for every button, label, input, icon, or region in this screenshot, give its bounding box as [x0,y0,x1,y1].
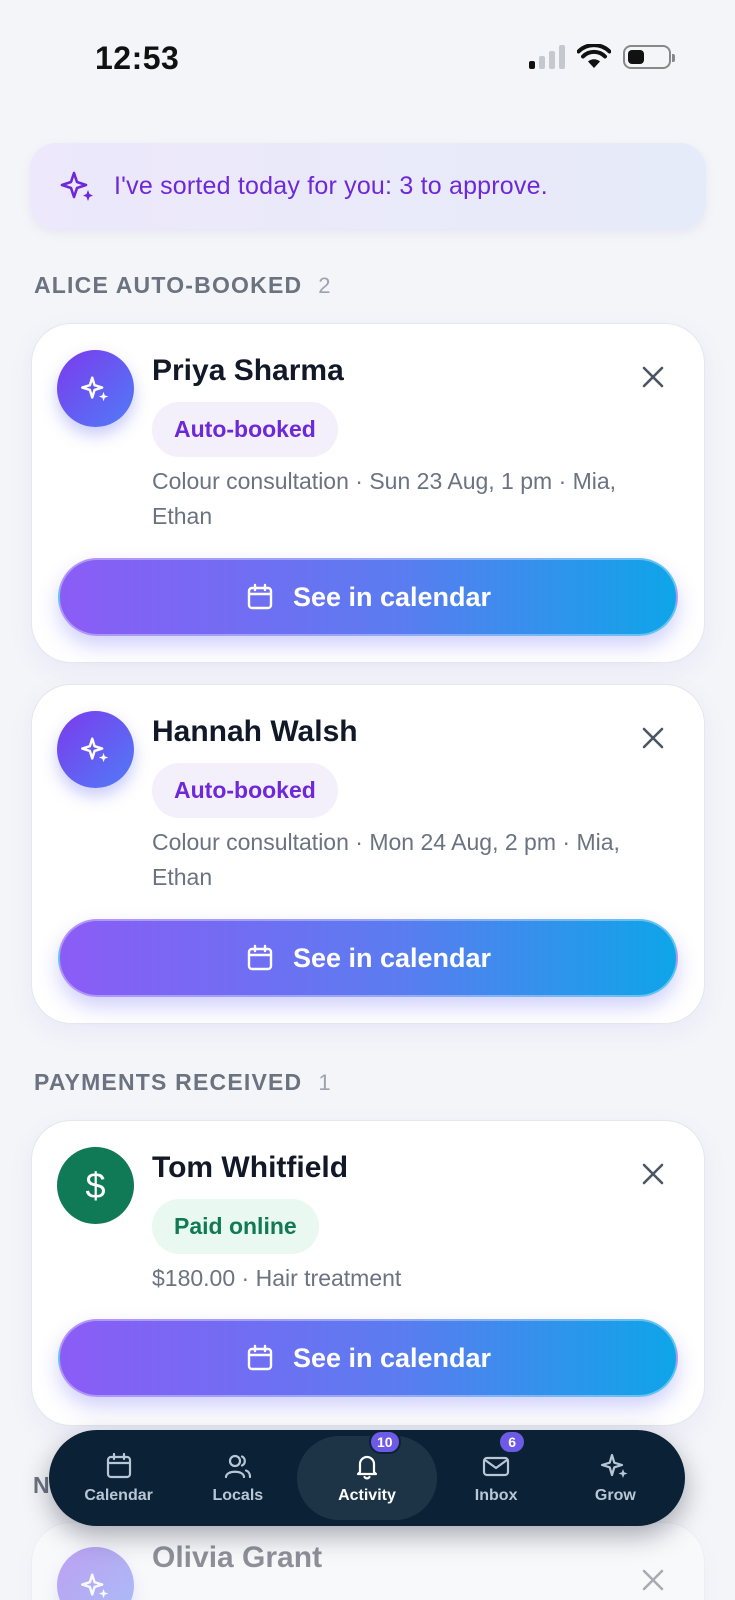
sparkles-icon [60,171,93,201]
nav-item-grow[interactable]: Grow [556,1436,675,1520]
see-in-calendar-button[interactable]: See in calendar [58,919,678,997]
banner-text: I've sorted today for you: 3 to approve. [114,171,548,200]
calendar-icon [247,583,273,610]
avatar [57,711,134,788]
booking-details: Colour consultation · Sun 23 Aug, 1 pm ·… [152,468,617,529]
cellular-signal-icon [529,45,565,69]
close-icon[interactable] [638,362,668,392]
close-icon[interactable] [638,1159,668,1189]
client-name: Priya Sharma [152,354,344,387]
users-icon [224,1454,251,1479]
status-icons [529,44,675,70]
button-label: See in calendar [292,581,492,612]
section-header-payments: PAYMENTS RECEIVED 1 [34,1069,331,1096]
status-time: 12:53 [95,40,180,76]
avatar: $ [57,1147,134,1224]
sparkles-icon [80,375,108,401]
section-count: 2 [318,273,331,298]
client-name: Hannah Walsh [152,715,358,748]
battery-icon [623,45,675,69]
button-label: See in calendar [292,942,492,973]
status-badge: Paid online [152,1199,319,1254]
dollar-icon: $ [85,1164,106,1206]
section-header-auto-booked: ALICE AUTO-BOOKED 2 [34,272,331,299]
bottom-navigation: Calendar Locals 10 Activity 6 Inbox Grow [49,1430,685,1526]
mail-icon [483,1456,510,1477]
booking-details: Colour consultation · Mon 24 Aug, 2 pm ·… [152,829,620,890]
avatar [57,350,134,427]
activity-card: Priya Sharma Auto-booked Colour consulta… [31,323,705,663]
calendar-icon [106,1452,131,1479]
section-title: PAYMENTS RECEIVED [34,1069,303,1095]
section-title: ALICE AUTO-BOOKED [34,272,303,298]
client-name: Tom Whitfield [152,1151,349,1184]
client-name: Olivia Grant [152,1541,323,1574]
assistant-summary-banner[interactable]: I've sorted today for you: 3 to approve. [30,143,706,229]
nav-item-calendar[interactable]: Calendar [59,1436,178,1520]
section-title-partial: N [33,1472,50,1498]
close-icon[interactable] [638,1565,668,1595]
nav-label: Locals [212,1487,264,1504]
avatar [57,1547,134,1600]
nav-item-inbox[interactable]: 6 Inbox [437,1430,556,1520]
close-icon[interactable] [638,723,668,753]
see-in-calendar-button[interactable]: See in calendar [58,1319,678,1397]
nav-label: Grow [594,1487,636,1504]
activity-card: $ Tom Whitfield Paid online $180.00 · Ha… [31,1120,705,1426]
nav-label: Activity [338,1487,396,1504]
nav-label: Inbox [474,1487,518,1504]
section-count: 1 [318,1070,331,1095]
button-label: See in calendar [292,1342,492,1373]
notification-badge: 10 [368,1430,401,1454]
sparkles-icon [80,1572,108,1598]
nav-label: Calendar [84,1487,153,1504]
wifi-icon [577,44,611,68]
bell-icon [356,1455,378,1480]
sparkles-icon [601,1453,628,1478]
sparkles-icon [80,736,108,762]
nav-item-locals[interactable]: Locals [178,1436,297,1520]
calendar-icon [247,944,273,971]
status-bar: 12:53 [0,0,735,120]
activity-card: Hannah Walsh Auto-booked Colour consulta… [31,684,705,1024]
nav-item-activity[interactable]: 10 Activity [297,1430,437,1520]
see-in-calendar-button[interactable]: See in calendar [58,558,678,636]
status-badge: Auto-booked [152,763,338,818]
calendar-icon [247,1344,273,1371]
activity-card: Olivia Grant [31,1522,705,1600]
payment-details: $180.00 · Hair treatment [152,1265,402,1291]
status-badge: Auto-booked [152,402,338,457]
notification-badge: 6 [498,1430,527,1454]
